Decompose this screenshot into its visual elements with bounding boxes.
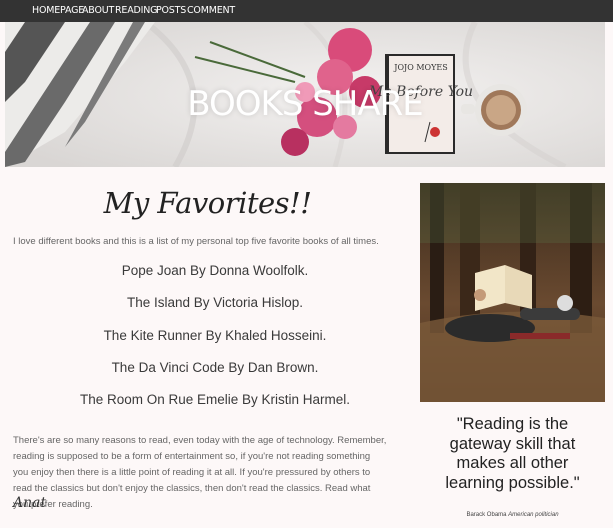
reading-photo xyxy=(420,183,605,402)
book-item: Pope Joan By Donna Woolfolk. xyxy=(121,263,309,278)
quote-author: Barack Obama American politician xyxy=(430,512,595,518)
book-author-text: JOJO MOYES xyxy=(393,63,447,72)
navbar: HOMEPAGE ABOUT READING POSTS COMMENT xyxy=(0,0,613,22)
nav-posts[interactable]: POSTS xyxy=(156,5,186,16)
favorites-intro: I love different books and this is a lis… xyxy=(13,236,379,247)
hero-banner: JOJO MOYES Me Before You BOOKS SHARE xyxy=(5,22,605,167)
nav-about[interactable]: ABOUT xyxy=(82,5,114,16)
quote-author-name: Barack Obama xyxy=(466,512,507,518)
book-item: The Island By Victoria Hislop. xyxy=(126,295,304,310)
nav-homepage[interactable]: HOMEPAGE xyxy=(32,5,84,16)
quote-text: "Reading is the gateway skill that makes… xyxy=(445,415,580,492)
hero-title: BOOKS SHARE xyxy=(187,84,423,124)
signature: Anat xyxy=(13,495,47,511)
book-item: The Kite Runner By Khaled Hosseini. xyxy=(103,328,327,343)
book-item: The Room On Rue Emelie By Kristin Harmel… xyxy=(79,392,351,407)
quote-author-role: American politician xyxy=(508,512,559,518)
favorites-title: My Favorites!! xyxy=(103,186,312,220)
nav-comment[interactable]: COMMENT xyxy=(187,5,235,16)
nav-reading[interactable]: READING xyxy=(115,5,157,16)
reading-photo-image xyxy=(420,183,605,402)
favorites-section: My Favorites!! I love different books an… xyxy=(0,168,400,528)
reading-paragraph: There's are so many reasons to read, eve… xyxy=(13,435,387,510)
book-item: The Da Vinci Code By Dan Brown. xyxy=(111,360,319,375)
